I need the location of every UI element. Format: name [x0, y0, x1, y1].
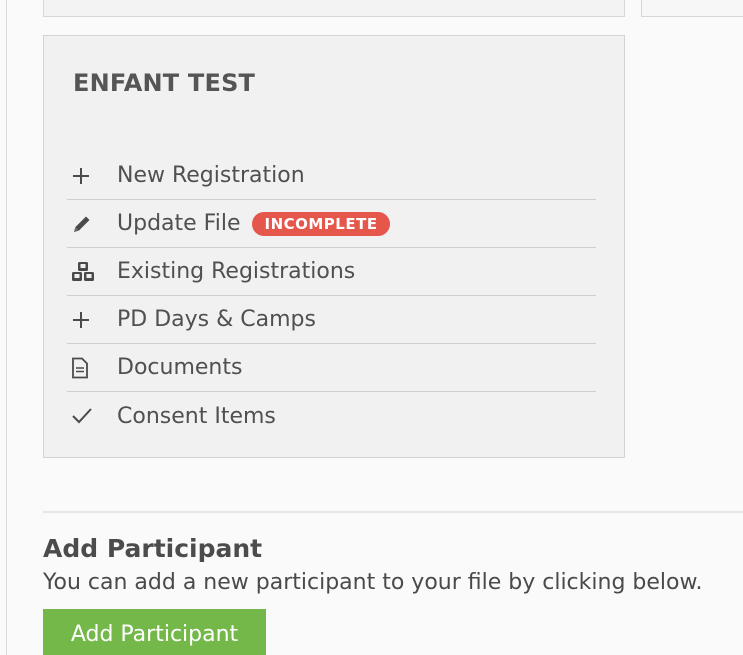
menu-item-label: PD Days & Camps	[117, 307, 316, 332]
plus-icon	[67, 310, 117, 330]
menu-item-pd-days-camps[interactable]: PD Days & Camps	[67, 296, 596, 344]
document-icon	[67, 357, 117, 379]
plus-icon	[67, 166, 117, 186]
menu-item-label: New Registration	[117, 163, 305, 188]
left-border	[6, 0, 7, 655]
menu-item-documents[interactable]: Documents	[67, 344, 596, 392]
participant-menu: New Registration Update File INCOMPLETE	[67, 152, 596, 440]
section-divider	[43, 511, 743, 513]
previous-card-edge	[43, 0, 625, 17]
add-participant-heading: Add Participant	[43, 534, 263, 563]
menu-item-label: Update File	[117, 211, 241, 236]
checkmark-icon	[67, 406, 117, 426]
add-participant-description: You can add a new participant to your fi…	[43, 570, 703, 595]
participant-card: ENFANT TEST New Registration Update File…	[43, 35, 625, 458]
page: ENFANT TEST New Registration Update File…	[0, 0, 743, 655]
adjacent-card-edge	[641, 0, 743, 17]
menu-item-label: Consent Items	[117, 403, 276, 429]
menu-item-consent-items[interactable]: Consent Items	[67, 392, 596, 440]
incomplete-badge: INCOMPLETE	[252, 211, 390, 236]
pencil-icon	[67, 213, 117, 235]
participant-name: ENFANT TEST	[73, 69, 256, 97]
menu-item-label: Existing Registrations	[117, 259, 356, 284]
menu-item-label: Documents	[117, 355, 243, 380]
cubes-icon	[67, 261, 117, 283]
menu-item-new-registration[interactable]: New Registration	[67, 152, 596, 200]
menu-item-update-file[interactable]: Update File INCOMPLETE	[67, 200, 596, 248]
add-participant-button[interactable]: Add Participant	[43, 609, 266, 655]
menu-item-existing-registrations[interactable]: Existing Registrations	[67, 248, 596, 296]
